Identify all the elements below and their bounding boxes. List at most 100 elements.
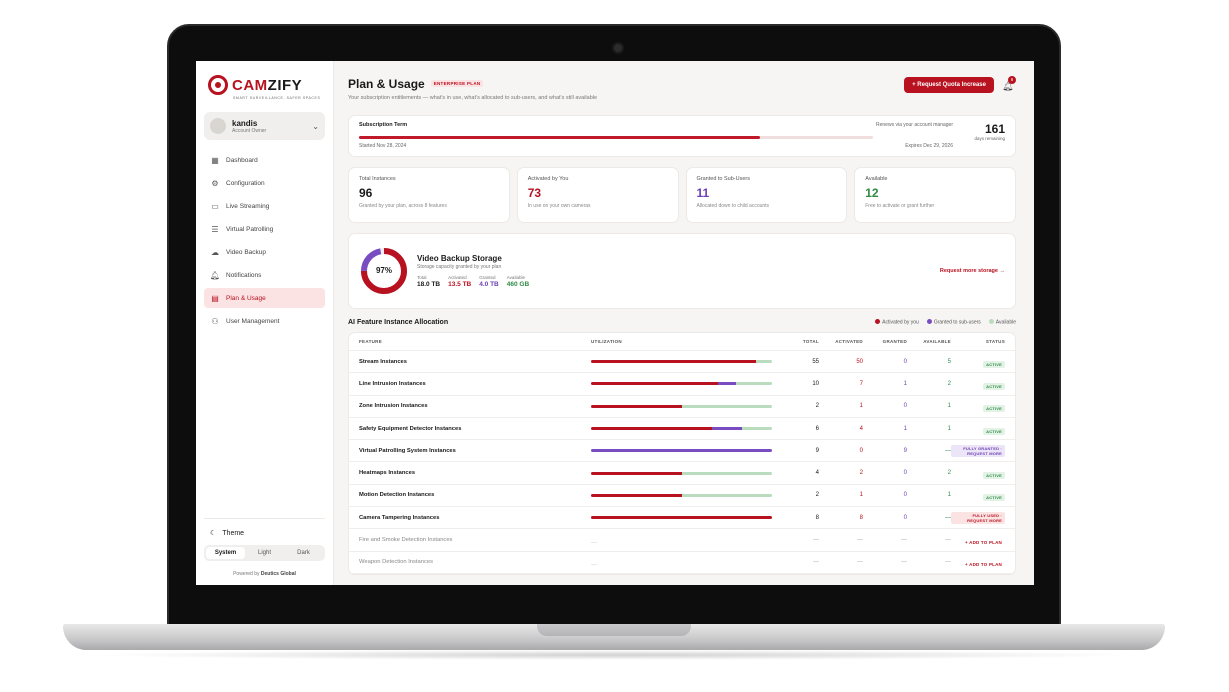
brand-logo[interactable]: CAMZIFY (204, 75, 325, 95)
utilization-empty: — (591, 562, 597, 569)
table-row[interactable]: Virtual Patrolling System Instances 9 0 9 — F… (349, 440, 1015, 463)
page-subtitle: Your subscription entitlements — what's … (348, 95, 598, 101)
utilization-cell (591, 493, 775, 497)
granted-value: 0 (903, 470, 907, 477)
table-row[interactable]: Camera Tampering Instances 8 8 0 — FULLY USED… (349, 507, 1015, 530)
theme-segmented-control: System Light Dark (204, 545, 325, 561)
chevron-down-icon: ⌄ (312, 121, 319, 131)
video-icon: ▭ (211, 201, 219, 211)
utilization-cell (591, 404, 775, 408)
storage-total-label: Total (417, 275, 427, 280)
grid-icon: ▦ (211, 155, 219, 165)
theme-option-dark[interactable]: Dark (284, 547, 323, 559)
sidebar-item-virtual-patrolling[interactable]: ☰ Virtual Patrolling (204, 219, 325, 239)
activated-value: 8 (859, 514, 863, 521)
sidebar-item-label: Video Backup (226, 248, 266, 256)
feature-name: Heatmaps Instances (359, 470, 416, 477)
stat-granted: Granted to Sub-Users 11 Allocated down t… (685, 167, 848, 223)
request-more-storage-link[interactable]: Request more storage → (940, 268, 1005, 274)
feature-name: Line Intrusion Instances (359, 380, 426, 387)
utilization-available-segment (681, 493, 772, 497)
col-granted[interactable]: GRANTED (863, 339, 907, 344)
utilization-bar (591, 404, 772, 408)
feature-name: Safety Equipment Detector Instances (359, 425, 462, 432)
camera-logo-icon (208, 75, 228, 95)
sidebar-item-label: Plan & Usage (226, 294, 266, 302)
status-badge[interactable]: + ADD TO PLAN (962, 539, 1005, 546)
table-row[interactable]: Weapon Detection Instances — — — — — + ADD TO … (349, 552, 1015, 574)
brand-tagline: Smart Surveillance, Safer Spaces (233, 96, 321, 100)
stat-caption: In use on your own cameras (527, 203, 591, 209)
available-value: 1 (947, 425, 951, 432)
granted-value: 0 (903, 492, 907, 499)
sidebar-item-label: Virtual Patrolling (226, 225, 274, 233)
theme-option-light[interactable]: Light (245, 547, 284, 559)
status-badge[interactable]: FULLY GRANTED · REQUEST MORE (951, 444, 1005, 457)
days-remaining: 161 days remaining (974, 122, 1005, 141)
storage-title: Video Backup Storage (417, 254, 502, 263)
total-value: 2 (815, 403, 819, 410)
table-row[interactable]: Motion Detection Instances 2 1 0 1 ACTIVE (349, 485, 1015, 508)
theme-title: ☾ Theme (210, 529, 245, 538)
sidebar-item-notifications[interactable]: 🔔︎ Notifications (204, 265, 325, 285)
table-row[interactable]: Line Intrusion Instances 10 7 1 2 ACTIVE (349, 373, 1015, 396)
col-feature[interactable]: FEATURE (359, 339, 591, 344)
powered-by: Powered by Deutics Global (233, 571, 296, 577)
col-status[interactable]: STATUS (951, 339, 1005, 344)
sidebar-item-live-streaming[interactable]: ▭ Live Streaming (204, 196, 325, 216)
utilization-bar (591, 493, 772, 497)
col-available[interactable]: AVAILABLE (907, 339, 951, 344)
main-content: Plan & Usage ENTERPRISE PLAN Your subscri… (334, 61, 1034, 585)
status-cell: ACTIVE (951, 464, 1005, 482)
table-header: FEATURE UTILIZATION TOTAL ACTIVATED GRAN… (349, 333, 1015, 351)
table-row[interactable]: Stream Instances 55 50 0 5 ACTIVE (349, 351, 1015, 374)
legend-available: Available (988, 319, 1016, 326)
utilization-empty: — (591, 540, 597, 547)
total-value: 6 (815, 425, 819, 432)
col-activated[interactable]: ACTIVATED (819, 339, 863, 344)
theme-option-system[interactable]: System (206, 547, 245, 559)
col-total[interactable]: TOTAL (775, 339, 819, 344)
utilization-activated-segment (591, 427, 712, 431)
utilization-bar (591, 427, 772, 431)
status-badge[interactable]: FULLY USED · REQUEST MORE (951, 511, 1005, 524)
sidebar-nav: ▦ Dashboard ⚙ Configuration ▭ Live Streamin… (204, 150, 325, 331)
stat-activated: Activated by You 73 In use on your own c… (516, 167, 679, 223)
sidebar-item-plan-usage[interactable]: ▤ Plan & Usage (204, 288, 325, 308)
status-cell: ACTIVE (951, 397, 1005, 415)
subscription-term-card: Subscription Term Started Nov 28, 2024 R… (348, 115, 1016, 157)
utilization-available-segment (741, 427, 772, 431)
document-icon: ▤ (211, 293, 219, 303)
sidebar-item-configuration[interactable]: ⚙ Configuration (204, 173, 325, 193)
feature-name: Weapon Detection Instances (359, 559, 434, 566)
table-row[interactable]: Fire and Smoke Detection Instances — — — — — +… (349, 529, 1015, 552)
storage-activated-label: Activated (448, 275, 467, 280)
table-row[interactable]: Zone Intrusion Instances 2 1 0 1 ACTIVE (349, 396, 1015, 418)
table-row[interactable]: Safety Equipment Detector Instances 6 4 1 1 A… (349, 418, 1015, 441)
stat-value: 73 (527, 186, 542, 200)
granted-value: 0 (903, 358, 907, 365)
utilization-granted-segment (711, 427, 742, 431)
stat-label: Activated by You (527, 176, 569, 182)
total-value: 8 (815, 514, 819, 521)
sidebar-item-dashboard[interactable]: ▦ Dashboard (204, 150, 325, 170)
status-badge[interactable]: + ADD TO PLAN (962, 561, 1005, 568)
sidebar-item-user-management[interactable]: ⚇ User Management (204, 311, 325, 331)
activated-value: 1 (859, 403, 863, 410)
stat-label: Granted to Sub-Users (696, 176, 751, 182)
gear-icon: ⚙ (211, 178, 219, 188)
sidebar-item-video-backup[interactable]: ☁ Video Backup (204, 242, 325, 262)
stat-value: 11 (696, 186, 710, 200)
storage-activated-value: 13.5 TB (448, 281, 472, 288)
table-row[interactable]: Heatmaps Instances 4 2 0 2 ACTIVE (349, 462, 1015, 485)
utilization-cell (591, 471, 775, 475)
activated-value: 4 (859, 425, 863, 432)
col-utilization[interactable]: UTILIZATION (591, 339, 775, 344)
stat-label: Total Instances (359, 176, 396, 182)
notifications-button[interactable]: 🔔︎ 6 (1002, 76, 1016, 92)
utilization-activated-segment (591, 493, 682, 497)
stats-row: Total Instances 96 Granted by your plan,… (348, 167, 1016, 223)
utilization-cell (591, 516, 775, 520)
request-quota-button[interactable]: + Request Quota Increase (904, 77, 994, 93)
account-switcher[interactable]: kandis Account Owner ⌄ (204, 112, 325, 140)
